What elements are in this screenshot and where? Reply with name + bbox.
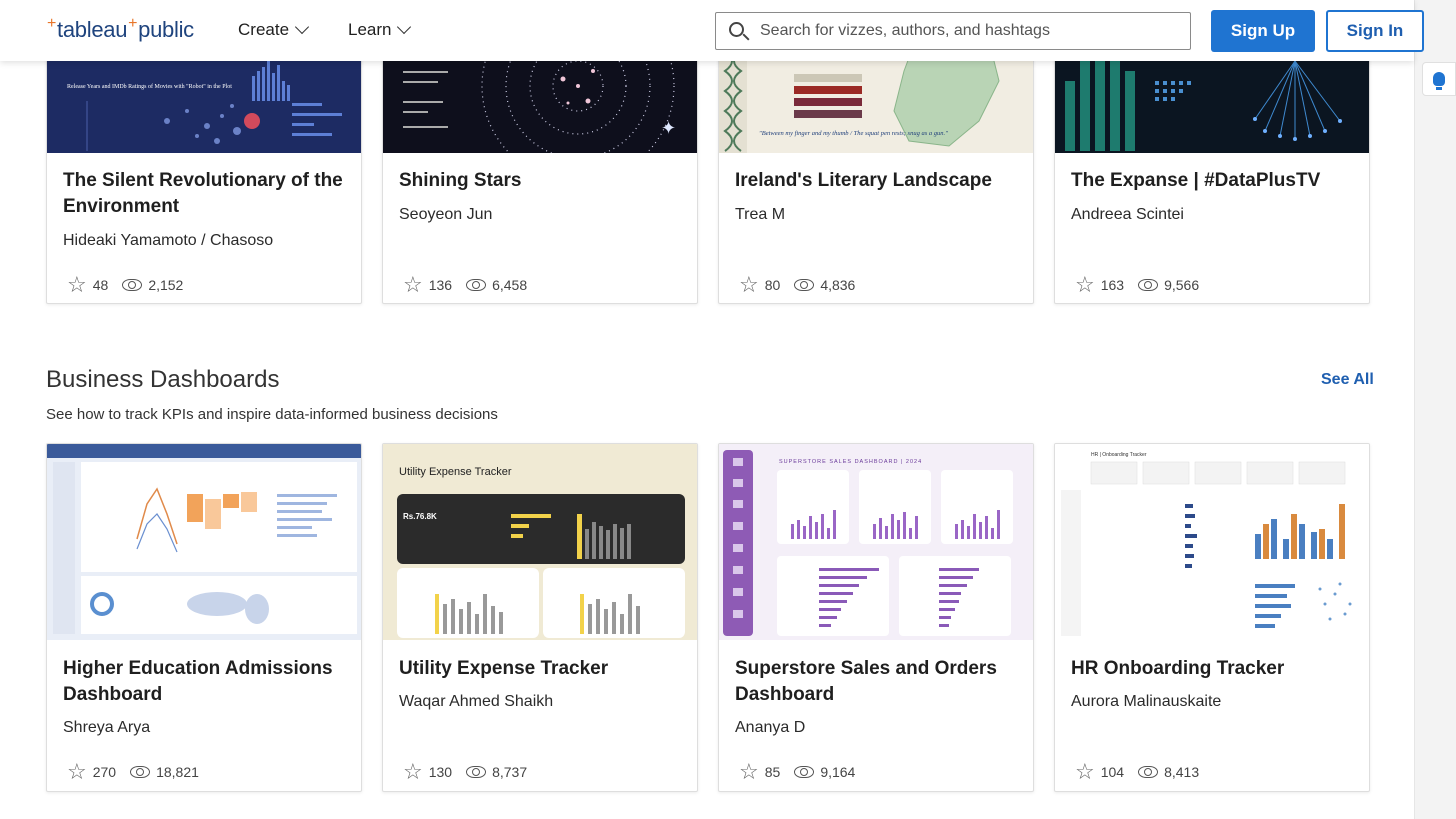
nav-learn-label: Learn: [348, 20, 392, 39]
nav-learn[interactable]: Learn: [348, 19, 412, 40]
thumb-utility-total: Rs.76.8K: [403, 512, 437, 521]
plus-icon: +: [128, 15, 138, 32]
favorite-count: 136: [428, 277, 453, 293]
viz-author[interactable]: Waqar Ahmed Shaikh: [399, 693, 553, 711]
view-count: 8,413: [1164, 764, 1200, 780]
viz-card[interactable]: Higher Education Admissions Dashboard Sh…: [46, 443, 362, 792]
tips-button[interactable]: [1422, 62, 1456, 96]
viz-author[interactable]: Shreya Arya: [63, 719, 150, 737]
viz-stats: ☆ 270 18,821: [67, 761, 199, 783]
viz-title[interactable]: Shining Stars: [399, 168, 689, 194]
chevron-down-icon: [294, 19, 310, 35]
viz-title[interactable]: Utility Expense Tracker: [399, 656, 689, 682]
thumb-superstore-title: SUPERSTORE SALES DASHBOARD | 2024: [779, 459, 922, 465]
logo-text-public: public: [138, 17, 194, 42]
thumb-utility-title: Utility Expense Tracker: [399, 466, 512, 478]
viz-author[interactable]: Aurora Malinauskaite: [1071, 693, 1221, 711]
eye-icon: [1138, 279, 1159, 291]
eye-icon: [466, 766, 487, 778]
eye-icon: [794, 766, 815, 778]
eye-icon: [466, 279, 487, 291]
sign-up-button[interactable]: Sign Up: [1211, 10, 1315, 52]
view-count: 9,164: [820, 764, 856, 780]
logo-text-tableau: tableau: [57, 17, 128, 42]
search-box: [715, 12, 1191, 50]
plus-icon: +: [47, 15, 57, 32]
thumb-robot-title: Release Years and IMDb Ratings of Movies…: [67, 83, 232, 90]
viz-author[interactable]: Ananya D: [735, 719, 805, 737]
section-title: Business Dashboards: [46, 366, 280, 393]
search-icon[interactable]: [716, 13, 760, 49]
tableau-public-logo[interactable]: + tableau + public: [46, 15, 194, 44]
eye-icon: [1138, 766, 1159, 778]
right-rail: [1414, 0, 1456, 819]
viz-title[interactable]: Superstore Sales and Orders Dashboard: [735, 656, 1025, 708]
star-icon[interactable]: ☆: [739, 274, 759, 296]
view-count: 18,821: [156, 764, 199, 780]
star-icon[interactable]: ☆: [67, 274, 87, 296]
eye-icon: [130, 766, 151, 778]
favorite-count: 104: [1100, 764, 1125, 780]
viz-title[interactable]: Ireland's Literary Landscape: [735, 168, 1025, 194]
view-count: 6,458: [492, 277, 528, 293]
viz-author[interactable]: Trea M: [735, 206, 785, 224]
eye-icon: [122, 279, 143, 291]
viz-stats: ☆ 163 9,566: [1075, 274, 1200, 296]
viz-thumbnail[interactable]: SUPERSTORE SALES DASHBOARD | 2024: [719, 444, 1033, 640]
view-count: 9,566: [1164, 277, 1200, 293]
chevron-down-icon: [397, 19, 412, 35]
star-icon[interactable]: ☆: [67, 761, 87, 783]
favorite-count: 80: [764, 277, 781, 293]
search-input[interactable]: [760, 22, 1180, 40]
viz-thumbnail[interactable]: HR | Onboarding Tracker: [1055, 444, 1369, 640]
star-icon[interactable]: ☆: [403, 761, 423, 783]
favorite-count: 270: [92, 764, 117, 780]
star-icon[interactable]: ☆: [739, 761, 759, 783]
eye-icon: [794, 279, 815, 291]
sign-in-button[interactable]: Sign In: [1326, 10, 1424, 52]
favorite-count: 163: [1100, 277, 1125, 293]
viz-thumbnail[interactable]: Utility Expense Tracker Rs.76.8K: [383, 444, 697, 640]
nav-create[interactable]: Create: [238, 19, 310, 40]
thumb-ireland-quote: "Between my finger and my thumb / The sq…: [759, 130, 948, 137]
viz-card[interactable]: Utility Expense Tracker Rs.76.8K Utility…: [382, 443, 698, 792]
nav-create-label: Create: [238, 20, 290, 39]
view-count: 2,152: [148, 277, 184, 293]
view-count: 4,836: [820, 277, 856, 293]
lightbulb-icon: [1433, 72, 1445, 90]
svg-text:✦: ✦: [661, 118, 676, 139]
section-description: See how to track KPIs and inspire data-i…: [46, 406, 498, 423]
viz-author[interactable]: Andreea Scintei: [1071, 206, 1184, 224]
viz-stats: ☆ 104 8,413: [1075, 761, 1200, 783]
viz-title[interactable]: HR Onboarding Tracker: [1071, 656, 1361, 682]
viz-title[interactable]: The Silent Revolutionary of the Environm…: [63, 168, 353, 220]
favorite-count: 130: [428, 764, 453, 780]
viz-stats: ☆ 85 9,164: [739, 761, 856, 783]
viz-author[interactable]: Seoyeon Jun: [399, 206, 492, 224]
favorite-count: 85: [764, 764, 781, 780]
viz-title[interactable]: The Expanse | #DataPlusTV: [1071, 168, 1361, 194]
viz-thumbnail[interactable]: [47, 444, 361, 640]
viz-title[interactable]: Higher Education Admissions Dashboard: [63, 656, 353, 708]
star-icon[interactable]: ☆: [1075, 274, 1095, 296]
site-header: + tableau + public Create Learn Sign Up …: [0, 0, 1424, 61]
view-count: 8,737: [492, 764, 528, 780]
viz-stats: ☆ 130 8,737: [403, 761, 528, 783]
viz-stats: ☆ 136 6,458: [403, 274, 528, 296]
favorite-count: 48: [92, 277, 109, 293]
viz-author[interactable]: Hideaki Yamamoto / Chasoso: [63, 232, 273, 250]
star-icon[interactable]: ☆: [1075, 761, 1095, 783]
viz-stats: ☆ 80 4,836: [739, 274, 856, 296]
viz-stats: ☆ 48 2,152: [67, 274, 184, 296]
star-icon[interactable]: ☆: [403, 274, 423, 296]
thumb-hr-title: HR | Onboarding Tracker: [1091, 452, 1147, 458]
viz-card[interactable]: SUPERSTORE SALES DASHBOARD | 2024 Supers…: [718, 443, 1034, 792]
see-all-link[interactable]: See All: [1321, 371, 1374, 389]
viz-card[interactable]: HR | Onboarding Tracker HR Onboarding Tr…: [1054, 443, 1370, 792]
